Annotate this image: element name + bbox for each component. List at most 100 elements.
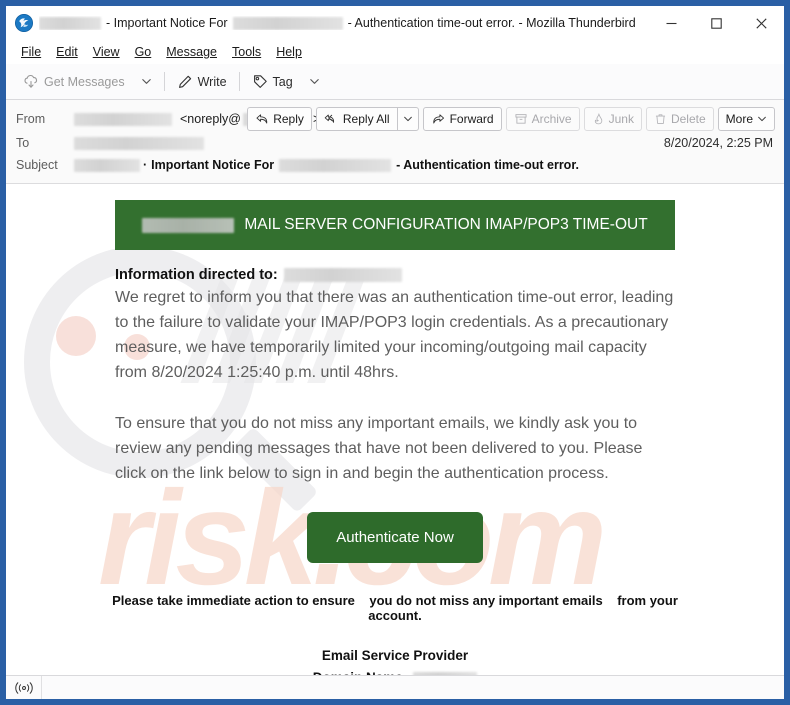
close-button[interactable] — [739, 6, 784, 40]
window-frame: - Important Notice For - Authentication … — [0, 0, 790, 705]
subject-label: Subject — [16, 158, 58, 172]
get-messages-dropdown[interactable] — [134, 72, 159, 91]
get-messages-label: Get Messages — [44, 74, 125, 89]
menu-item-message[interactable]: Message — [159, 43, 224, 61]
reply-arrow-icon — [256, 114, 268, 124]
window-controls — [649, 6, 784, 40]
title-redaction-2 — [232, 16, 343, 30]
subject-redaction-2 — [279, 158, 392, 172]
menu-item-edit[interactable]: Edit — [49, 43, 85, 61]
junk-label: Junk — [608, 112, 634, 126]
reply-all-arrow-icon — [324, 114, 334, 123]
cta-wrapper: Authenticate Now — [115, 512, 675, 563]
get-messages-button[interactable]: Get Messages — [16, 70, 132, 94]
connection-status[interactable] — [6, 676, 42, 699]
delete-button[interactable]: Delete — [645, 107, 714, 131]
menu-item-view[interactable]: View — [86, 43, 127, 61]
reply-options-dropdown[interactable] — [396, 107, 419, 131]
title-bar: - Important Notice For - Authentication … — [6, 6, 784, 40]
from-name-redaction — [74, 112, 172, 126]
status-bar — [6, 675, 784, 699]
email-paragraph-1: We regret to inform you that there was a… — [115, 289, 674, 381]
chevron-down-icon — [309, 79, 319, 84]
subject-redaction-1 — [74, 158, 140, 172]
toolbar-separator-2 — [238, 72, 240, 91]
thunderbird-window: - Important Notice For - Authentication … — [6, 6, 784, 699]
menu-item-go[interactable]: Go — [128, 43, 159, 61]
pencil-icon — [178, 75, 191, 88]
download-cloud-icon — [24, 74, 37, 88]
domain-name-redaction — [413, 671, 478, 675]
subject-bold-part-1: Important Notice For — [151, 158, 275, 172]
reply-label: Reply — [273, 112, 304, 126]
email-provider-block: Email Service Provider Domain Name: — [115, 645, 675, 675]
delete-label: Delete — [670, 112, 706, 126]
maximize-button[interactable] — [694, 6, 739, 40]
footer-warning-part-1: Please take immediate action to ensure — [112, 593, 355, 608]
message-date: 8/20/2024, 2:25 PM — [663, 136, 773, 150]
domain-name-label: Domain Name: — [313, 667, 408, 675]
reply-all-button[interactable]: Reply All — [315, 107, 397, 131]
to-value-redaction — [74, 136, 204, 150]
subject-row: Subject · Important Notice For - Authent… — [16, 154, 774, 176]
write-label: Write — [197, 74, 227, 89]
maximize-icon — [711, 17, 722, 29]
archive-button[interactable]: Archive — [505, 107, 580, 131]
minimize-button[interactable] — [649, 6, 694, 40]
thunderbird-logo-icon — [15, 14, 33, 32]
tag-button[interactable]: Tag — [245, 70, 300, 94]
email-banner: MAIL SERVER CONFIGURATION IMAP/POP3 TIME… — [115, 200, 675, 250]
chevron-down-icon — [141, 79, 151, 84]
reply-all-group: Reply All — [315, 107, 419, 131]
menu-tools-label: Tools — [232, 45, 262, 59]
banner-brand-redaction — [142, 217, 235, 233]
banner-text: MAIL SERVER CONFIGURATION IMAP/POP3 TIME… — [244, 216, 648, 233]
subject-separator: · — [143, 158, 148, 172]
forward-label: Forward — [449, 112, 494, 126]
information-directed-to: Information directed to: — [115, 267, 675, 283]
footer-warning-part-2: you do not miss any important emails — [369, 593, 603, 608]
menu-help-label: Help — [276, 45, 302, 59]
toolbar-separator-1 — [163, 72, 165, 91]
menu-file-label: File — [21, 45, 42, 59]
menu-go-label: Go — [134, 45, 152, 59]
from-label: From — [16, 112, 46, 126]
title-redaction-1 — [39, 16, 101, 30]
email-text-block: Information directed to: We regret to in… — [115, 250, 675, 486]
subject-value: · Important Notice For - Authentication … — [74, 158, 579, 172]
email-content: MAIL SERVER CONFIGURATION IMAP/POP3 TIME… — [6, 184, 784, 675]
chevron-down-icon — [403, 116, 412, 122]
title-suffix-text: - Authentication time-out error. - Mozil… — [347, 16, 636, 30]
menu-message-label: Message — [166, 45, 217, 59]
menu-edit-label: Edit — [56, 45, 78, 59]
message-header: From <noreply@ > To Subject · Important … — [6, 100, 784, 184]
to-label: To — [16, 136, 30, 150]
banner-inner: MAIL SERVER CONFIGURATION IMAP/POP3 TIME… — [142, 216, 648, 234]
minimize-icon — [666, 22, 677, 24]
reply-button[interactable]: Reply — [247, 107, 312, 131]
tag-icon — [253, 74, 267, 88]
tag-dropdown[interactable] — [302, 72, 327, 91]
authenticate-now-button[interactable]: Authenticate Now — [307, 512, 483, 563]
to-row: To — [16, 132, 774, 154]
trash-can-icon — [655, 114, 666, 124]
menu-item-file[interactable]: File — [14, 43, 48, 61]
email-paragraph-2: To ensure that you do not miss any impor… — [115, 415, 643, 482]
title-middle-text: - Important Notice For — [106, 16, 228, 30]
more-button[interactable]: More — [717, 107, 775, 131]
forward-arrow-icon — [432, 114, 444, 124]
write-button[interactable]: Write — [170, 70, 234, 94]
forward-button[interactable]: Forward — [422, 107, 502, 131]
information-directed-redaction — [283, 268, 402, 282]
junk-button[interactable]: Junk — [583, 107, 642, 131]
from-email-prefix: <noreply@ — [180, 112, 241, 126]
email-footer-warning: Please take immediate action to ensure y… — [85, 593, 705, 623]
provider-label: Email Service Provider — [321, 648, 469, 663]
main-toolbar: Get Messages Write Tag — [6, 64, 784, 100]
information-directed-label: Information directed to: — [115, 267, 278, 283]
menu-item-tools[interactable]: Tools — [225, 43, 268, 61]
broadcast-signal-icon — [14, 681, 33, 694]
menu-item-help[interactable]: Help — [269, 43, 309, 61]
provider-domain-row: Domain Name: — [115, 667, 675, 675]
message-action-buttons: Reply Reply All Forward Archive Junk Del… — [247, 107, 775, 131]
